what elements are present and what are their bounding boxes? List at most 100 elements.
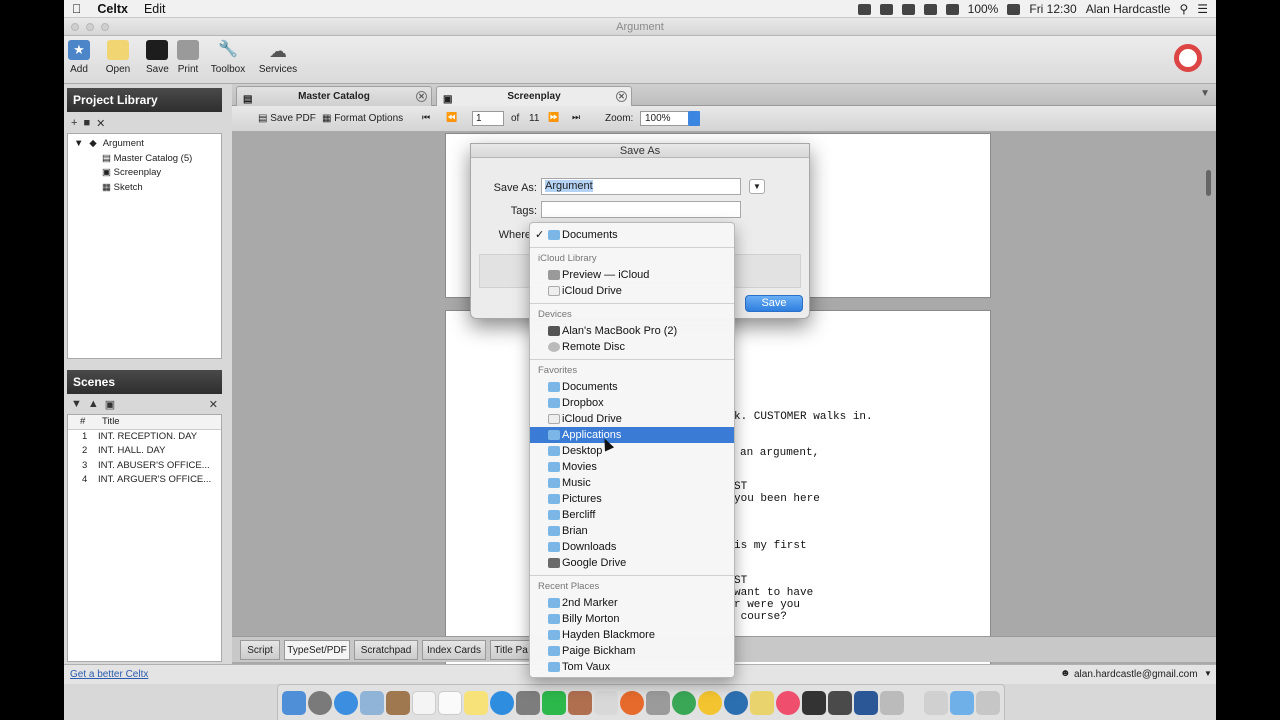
- tree-item-sketch[interactable]: ▦ Sketch: [74, 181, 221, 196]
- chrome-icon[interactable]: [672, 691, 696, 715]
- tab-title-page[interactable]: Title Pa: [490, 640, 532, 660]
- wifi-icon[interactable]: [945, 3, 959, 15]
- menu-item[interactable]: 2nd Marker: [530, 595, 734, 611]
- zoom-select[interactable]: 100%: [640, 111, 700, 126]
- menu-item[interactable]: Desktop: [530, 443, 734, 459]
- app-icon[interactable]: [698, 691, 722, 715]
- chevron-down-icon[interactable]: ▼: [1204, 669, 1212, 678]
- word-icon[interactable]: [854, 691, 878, 715]
- delete-icon[interactable]: ✕: [96, 117, 105, 130]
- status-icon[interactable]: [901, 3, 915, 15]
- add-button[interactable]: ★ Add: [68, 40, 90, 75]
- dropbox-icon[interactable]: [879, 3, 893, 15]
- system-preferences-icon[interactable]: [516, 691, 540, 715]
- contacts-icon[interactable]: [386, 691, 410, 715]
- tree-root[interactable]: ▼ ◆ Argument: [74, 137, 221, 152]
- col-num[interactable]: #: [68, 415, 98, 429]
- menu-item[interactable]: Documents: [530, 379, 734, 395]
- tags-input[interactable]: [541, 201, 741, 218]
- close-window-button[interactable]: [71, 23, 79, 31]
- save-pdf-button[interactable]: ▤ Save PDF: [258, 113, 316, 124]
- menu-item[interactable]: Bercliff: [530, 507, 734, 523]
- trash-icon[interactable]: [976, 691, 1000, 715]
- table-row[interactable]: 4 INT. ARGUER'S OFFICE...: [68, 473, 221, 488]
- menu-edit[interactable]: Edit: [136, 2, 174, 16]
- status-icon[interactable]: [857, 3, 871, 15]
- menu-item[interactable]: Google Drive: [530, 555, 734, 571]
- last-page-icon[interactable]: ⏭: [572, 112, 580, 123]
- app-icon[interactable]: [880, 691, 904, 715]
- menu-item-documents-selected[interactable]: ✓ Documents: [530, 227, 734, 243]
- zoom-window-button[interactable]: [101, 23, 109, 31]
- toolbox-button[interactable]: 🔧 Toolbox: [209, 40, 247, 75]
- scenes-view-icon[interactable]: ▣: [105, 398, 115, 411]
- clock[interactable]: Fri 12:30: [1029, 2, 1076, 16]
- move-up-icon[interactable]: ▲: [88, 398, 99, 410]
- menu-item[interactable]: Tom Vaux: [530, 659, 734, 675]
- menu-item-highlighted[interactable]: Applications: [530, 427, 734, 443]
- menu-item[interactable]: Alan's MacBook Pro (2): [530, 323, 734, 339]
- upgrade-link[interactable]: Get a better Celtx: [70, 669, 148, 680]
- tab-menu-icon[interactable]: ▼: [1200, 88, 1210, 99]
- menu-item[interactable]: Paige Bickham: [530, 643, 734, 659]
- launchpad-icon[interactable]: [308, 691, 332, 715]
- save-button[interactable]: Save: [745, 295, 803, 312]
- maps-icon[interactable]: [750, 691, 774, 715]
- firefox-icon[interactable]: [620, 691, 644, 715]
- user-name[interactable]: Alan Hardcastle: [1086, 2, 1171, 16]
- status-icon[interactable]: [923, 3, 937, 15]
- tab-master-catalog[interactable]: ▤ Master Catalog ✕: [236, 86, 432, 106]
- menu-app-name[interactable]: Celtx: [89, 2, 136, 16]
- notes-icon[interactable]: [464, 691, 488, 715]
- tree-item-master-catalog[interactable]: ▤ Master Catalog (5): [74, 152, 221, 167]
- close-tab-icon[interactable]: ✕: [416, 91, 427, 102]
- table-row[interactable]: 2 INT. HALL. DAY: [68, 444, 221, 459]
- spotlight-icon[interactable]: ⚲: [1179, 2, 1188, 16]
- lifebuoy-icon[interactable]: [1174, 44, 1202, 72]
- next-page-icon[interactable]: ⏩: [548, 112, 559, 123]
- minimize-window-button[interactable]: [86, 23, 94, 31]
- prev-page-icon[interactable]: ⏪: [446, 112, 457, 123]
- tab-typeset-pdf[interactable]: TypeSet/PDF: [284, 640, 350, 660]
- reminders-icon[interactable]: [438, 691, 462, 715]
- disclosure-triangle-icon[interactable]: ▼: [74, 137, 83, 152]
- services-button[interactable]: ☁ Services: [255, 40, 301, 75]
- calendar-icon[interactable]: [412, 691, 436, 715]
- table-row[interactable]: 3 INT. ABUSER'S OFFICE...: [68, 459, 221, 474]
- menu-item[interactable]: Preview — iCloud: [530, 267, 734, 283]
- col-title[interactable]: Title: [98, 415, 120, 429]
- menu-item[interactable]: iCloud Drive: [530, 283, 734, 299]
- close-icon[interactable]: ✕: [209, 398, 218, 411]
- menu-item[interactable]: Brian: [530, 523, 734, 539]
- menu-item[interactable]: Remote Disc: [530, 339, 734, 355]
- mail-icon[interactable]: [360, 691, 384, 715]
- apple-icon[interactable]: : [64, 2, 89, 16]
- folder-icon[interactable]: [950, 691, 974, 715]
- open-button[interactable]: Open: [100, 40, 136, 75]
- tab-script[interactable]: Script: [240, 640, 280, 660]
- save-toolbar-button[interactable]: Save: [146, 40, 169, 75]
- tab-screenplay[interactable]: ▣ Screenplay ✕: [436, 86, 632, 106]
- safari-icon[interactable]: [334, 691, 358, 715]
- quicktime-icon[interactable]: [724, 691, 748, 715]
- expand-dialog-button[interactable]: ▼: [749, 179, 765, 194]
- photo-booth-icon[interactable]: [568, 691, 592, 715]
- menu-item[interactable]: Movies: [530, 459, 734, 475]
- save-as-input[interactable]: Argument: [541, 178, 741, 195]
- preview-icon[interactable]: [594, 691, 618, 715]
- page-input[interactable]: 1: [472, 111, 504, 126]
- add-icon[interactable]: +: [71, 117, 77, 129]
- move-down-icon[interactable]: ▼: [71, 398, 82, 410]
- app-store-icon[interactable]: [490, 691, 514, 715]
- finder-icon[interactable]: [282, 691, 306, 715]
- app-icon[interactable]: [646, 691, 670, 715]
- tree-item-screenplay[interactable]: ▣ Screenplay: [74, 166, 221, 181]
- vertical-scrollbar[interactable]: [1206, 170, 1211, 196]
- battery-level[interactable]: 100%: [968, 2, 999, 16]
- format-options-button[interactable]: ▦ Format Options: [322, 113, 403, 124]
- imovie-icon[interactable]: [828, 691, 852, 715]
- menu-item[interactable]: Hayden Blackmore: [530, 627, 734, 643]
- first-page-icon[interactable]: ⏮: [422, 112, 430, 123]
- menu-item[interactable]: Pictures: [530, 491, 734, 507]
- menu-item[interactable]: Music: [530, 475, 734, 491]
